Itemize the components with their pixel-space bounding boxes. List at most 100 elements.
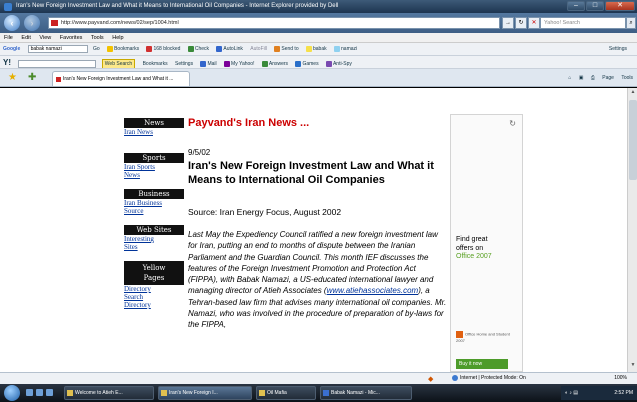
window-controls: – □ ✕ [567,1,635,11]
task-iran-new-foreign[interactable]: Iran's New Foreign I... [158,386,252,400]
article: Payvand's Iran News ... 9/5/02 Iran's Ne… [188,116,448,331]
folder-task-icon [259,390,265,396]
refresh-icon[interactable]: ↻ [515,17,527,29]
google-go-button[interactable]: Go [93,43,100,55]
menu-file[interactable]: File [4,35,13,41]
menu-tools[interactable]: Tools [91,35,104,41]
autolink-button[interactable]: AutoLink [216,43,243,55]
command-bar: ⌂ ▣ ⎙ Page Tools [562,73,633,83]
add-favorite-icon[interactable]: ✚ [28,72,36,83]
task-welcome[interactable]: Welcome to Atieh E... [64,386,154,400]
minimize-button[interactable]: – [567,1,585,11]
yahoo-settings-button[interactable]: Settings [175,58,193,68]
nav-header-web-sites: Web Sites [124,225,184,235]
nav-link-iran-news[interactable]: Iran News [124,128,184,136]
scroll-up-icon[interactable]: ▲ [629,89,637,98]
close-button[interactable]: ✕ [605,1,635,11]
nav-link-interesting[interactable]: Interesting [124,235,184,243]
maximize-button[interactable]: □ [586,1,604,11]
office-ad[interactable]: ↻ Find great offers on Office 2007 Offic… [450,114,523,372]
my-yahoo-button[interactable]: My Yahoo! [224,58,254,68]
popup-blocker-button[interactable]: 168 blocked [146,43,180,55]
my-yahoo-icon [224,60,231,67]
search-icon[interactable]: ⌕ [626,17,636,29]
send-to-button[interactable]: Send to [274,43,299,55]
quick-launch [26,389,53,396]
yahoo-bookmarks-button[interactable]: Bookmarks [143,58,168,68]
vertical-scrollbar[interactable]: ▲ ▼ [627,88,637,372]
taskbar: Welcome to Atieh E... Iran's New Foreign… [0,384,637,402]
scroll-thumb[interactable] [629,100,637,180]
nav-link-search[interactable]: Search [124,293,184,301]
scroll-down-icon[interactable]: ▼ [629,362,637,371]
explorer-quicklaunch-icon[interactable] [46,389,53,396]
nav-link-sports-news[interactable]: News [124,171,184,179]
office-logo: Office Home and Student 2007 [456,331,510,343]
yahoo-mail-button[interactable]: Mail [200,58,217,68]
home-icon[interactable]: ⌂ [568,75,571,81]
spellcheck-button[interactable]: Check [187,43,209,55]
favorites-star-icon[interactable]: ★ [8,72,17,83]
forward-button[interactable]: › [24,15,40,31]
address-bar[interactable]: http://www.payvand.com/news/02/sep/1004.… [48,17,500,29]
tray-icons[interactable]: ◐ ♪ ▤ [565,390,578,396]
yahoo-search-input[interactable]: Yahoo! Search [540,17,626,29]
window-title-bar: Iran's New Foreign Investment Law and Wh… [0,0,637,13]
zoom-level[interactable]: 100% [614,373,627,384]
buy-it-now-button[interactable]: Buy it now [456,359,508,369]
ie-quicklaunch-icon[interactable] [36,389,43,396]
highlight-icon [306,45,312,52]
google-search-input[interactable]: babak namazi [27,44,88,53]
autolink-icon [216,45,223,52]
ad-product: Office 2007 [456,253,492,260]
system-tray: ◐ ♪ ▤ 2:52 PM [561,386,637,400]
anti-spy-icon [325,60,332,67]
nav-link-iran-business[interactable]: Iran Business [124,199,184,207]
highlight-namazi[interactable]: namazi [334,43,357,55]
blocked-icon [146,45,153,52]
feeds-icon[interactable]: ▣ [579,75,584,81]
menu-edit[interactable]: Edit [21,35,30,41]
nav-link-directory[interactable]: Directory [124,285,184,293]
tab-current[interactable]: Iran's New Foreign Investment Law and Wh… [52,71,190,86]
clock[interactable]: 2:52 PM [614,386,633,400]
show-desktop-icon[interactable] [26,389,33,396]
nav-link-iran-sports[interactable]: Iran Sports [124,163,184,171]
nav-link-directory-2[interactable]: Directory [124,301,184,309]
nav-header-business: Business [124,189,184,199]
anti-spy-button[interactable]: Anti-Spy [325,58,352,68]
games-button[interactable]: Games [295,58,319,68]
menu-help[interactable]: Help [112,35,123,41]
back-button[interactable]: ‹ [4,15,20,31]
nav-link-sites[interactable]: Sites [124,243,184,251]
menu-favorites[interactable]: Favorites [60,35,83,41]
task-babak-namazi[interactable]: Babak Namazi - Mic... [320,386,412,400]
highlight-babak[interactable]: babak [306,43,327,55]
start-button[interactable] [4,385,20,401]
url-text: http://www.payvand.com/news/02/sep/1004.… [61,20,179,26]
word-task-icon [323,390,329,396]
globe-icon [452,374,458,381]
page-menu-button[interactable]: Page [602,75,614,81]
tools-menu-button[interactable]: Tools [621,75,633,81]
google-settings-button[interactable]: Settings [609,43,627,55]
web-search-button[interactable]: Web Search [101,59,136,68]
ie-task-icon [67,390,73,396]
nav-link-business-source[interactable]: Source [124,207,184,215]
google-logo: Google [3,46,21,52]
yahoo-toolbar: Y! Web Search Bookmarks Settings Mail My… [0,56,637,69]
ad-refresh-icon[interactable]: ↻ [509,119,516,128]
security-zone[interactable]: Internet | Protected Mode: On [452,373,526,384]
menu-view[interactable]: View [39,35,51,41]
star-icon [107,45,114,52]
autofill-button[interactable]: AutoFill [250,43,267,55]
stop-icon[interactable]: ✕ [528,17,540,29]
print-icon[interactable]: ⎙ [591,75,595,81]
bookmarks-button[interactable]: Bookmarks [107,43,139,55]
atieh-associates-link[interactable]: www.atiehassociates.com [327,286,419,295]
answers-button[interactable]: Answers [261,58,288,68]
task-oil-mafia[interactable]: Oil Mafia [256,386,316,400]
article-body: Last May the Expediency Council ratified… [188,229,448,331]
yahoo-toolbar-input[interactable] [18,59,97,68]
go-icon[interactable]: → [502,17,514,29]
